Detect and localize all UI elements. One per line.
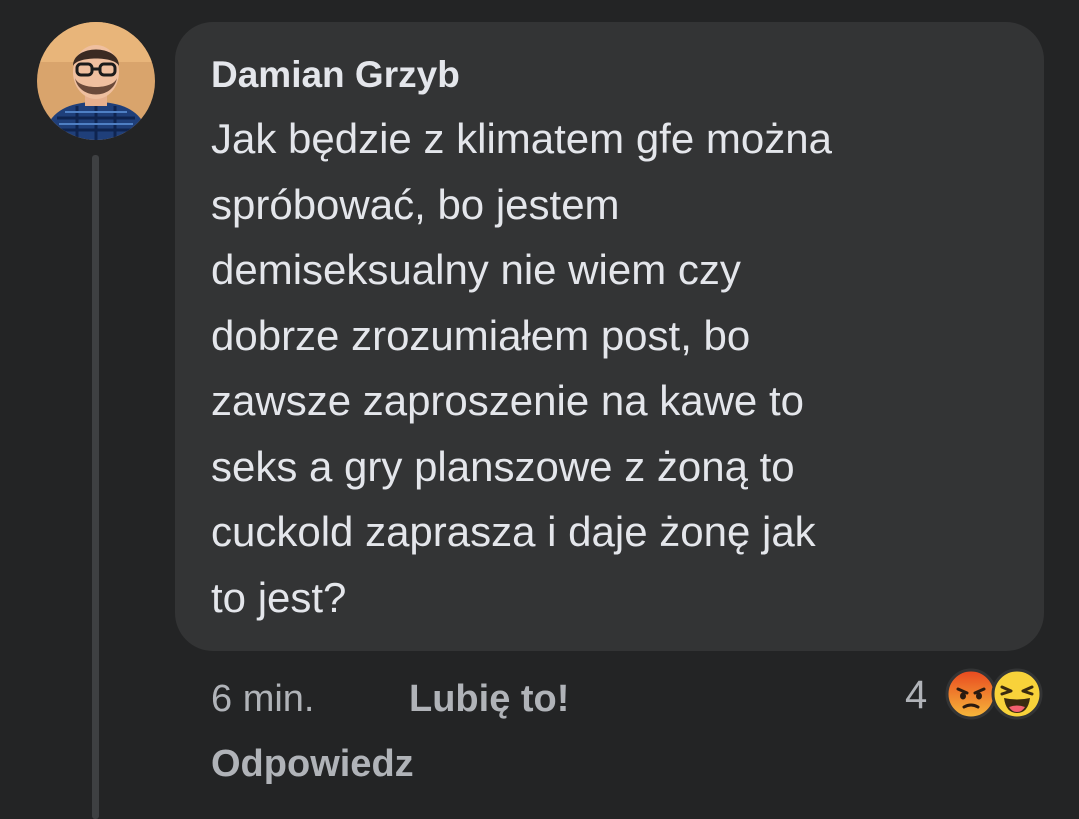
reaction-count: 4 (905, 673, 928, 717)
author-name[interactable]: Damian Grzyb (211, 52, 1008, 98)
comment-bubble: Damian Grzyb Jak będzie z klimatem gfe m… (175, 22, 1044, 651)
comment-text-line: cuckold zaprasza i daje żonę jak (211, 508, 816, 555)
avatar[interactable] (37, 22, 155, 140)
avatar-photo (37, 22, 155, 140)
comment-text-line: seks a gry planszowe z żoną to (211, 442, 795, 490)
timestamp[interactable]: 6 min. (211, 676, 314, 722)
comment-text: Jak będzie z klimatem gfe można spróbowa… (211, 106, 1008, 630)
comment-text-line: dobrze zrozumiałem post, bo (211, 311, 751, 359)
comment-text-line: demiseksualny nie wiem czy (211, 246, 741, 293)
reply-button[interactable]: Odpowiedz (211, 741, 414, 787)
thread-line (92, 155, 99, 819)
comment-text-line: zawsze zaproszenie na kawe to (211, 377, 804, 424)
comment-text-line: to jest? (211, 573, 347, 621)
comment-thread: Damian Grzyb Jak będzie z klimatem gfe m… (0, 0, 1079, 819)
like-button[interactable]: Lubię to! (409, 676, 569, 722)
comment-text-line: spróbować, bo jestem (211, 180, 620, 228)
comment-text-line: Jak będzie z klimatem gfe można (211, 115, 832, 162)
angry-reaction-icon (945, 668, 997, 720)
reactions-summary[interactable]: 4 (905, 668, 1045, 720)
haha-reaction-icon (991, 668, 1043, 720)
